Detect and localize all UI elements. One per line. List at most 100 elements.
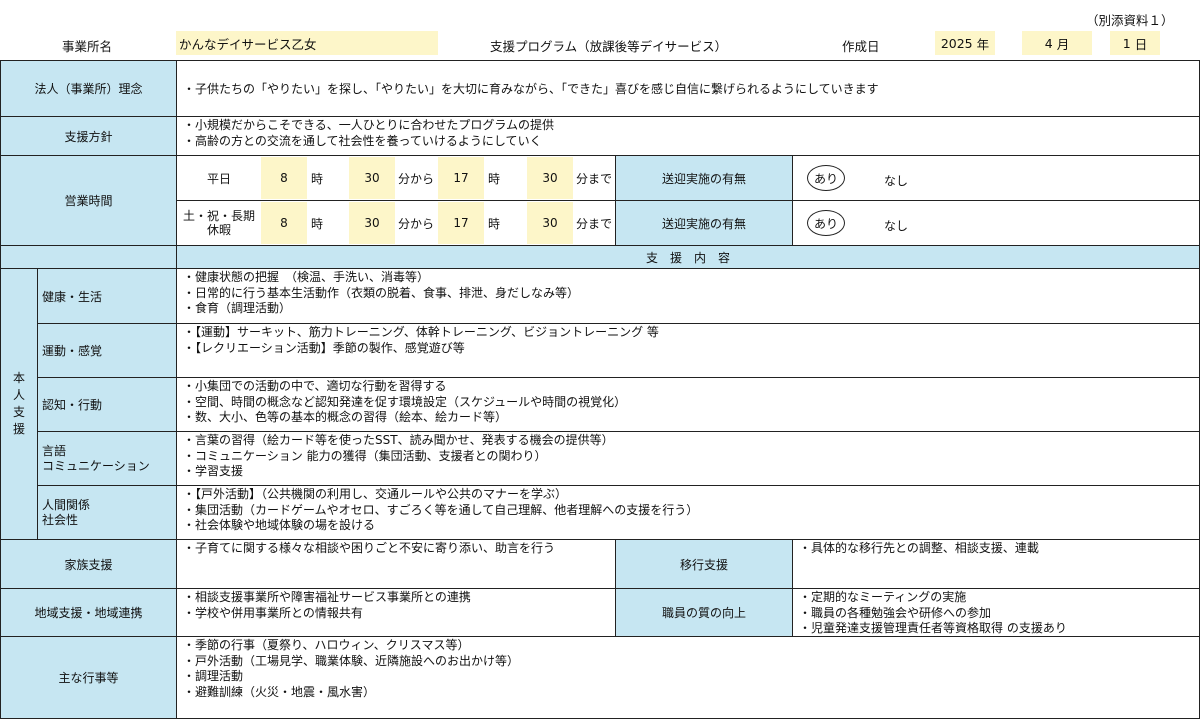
personal-support-char: 本 [12, 371, 25, 385]
category-label-text: 人間関係 社会性 [42, 497, 91, 527]
category-content-motor: ・【運動】サーキット、筋力トレーニング、体幹トレーニング、ビジョントレーニング … [176, 323, 1200, 378]
day-unit: 日 [1134, 36, 1148, 52]
transport-yes-text: あり [813, 171, 838, 186]
family-support-label-text: 家族支援 [64, 557, 113, 572]
content-line: ・数、大小、色等の基本的概念の習得（絵本、絵カード等） [183, 410, 508, 424]
month-field[interactable]: 4 月 [1022, 31, 1092, 55]
content-line: ・小集団での活動の中で、適切な行動を習得する [183, 379, 447, 393]
category-label-text: 運動・感覚 [42, 344, 103, 358]
transition-support-label-text: 移行支援 [679, 557, 728, 572]
content-line: ・学校や併用事業所との情報共有 [183, 605, 363, 620]
policy-line: ・小規模だからこそできる、一人ひとりに合わせたプログラムの提供 [183, 118, 555, 132]
category-label-language: 言語 コミュニケーション [37, 431, 177, 486]
content-line: ・【レクリエーション活動】季節の製作、感覚遊び等 [183, 340, 465, 355]
transport-options [792, 155, 1200, 201]
events-content: ・季節の行事（夏祭り、ハロウィン、クリスマス等） ・戸外活動（工場見学、職業体験… [176, 636, 1200, 719]
category-label-cognition: 認知・行動 [37, 377, 177, 432]
category-label-health: 健康・生活 [37, 268, 177, 324]
year-field[interactable]: 2025 年 [935, 31, 995, 55]
category-content-cognition: ・小集団での活動の中で、適切な行動を習得する ・空間、時間の概念など認知発達を促… [176, 377, 1200, 432]
content-line: ・日常的に行う基本生活動作（衣類の脱着、食事、排泄、身だしなみ等） [183, 285, 580, 300]
day-value: 1 [1122, 35, 1131, 51]
personal-support-char: 人 [12, 388, 25, 402]
community-support-label-text: 地域支援・地域連携 [34, 606, 143, 620]
philosophy-label-text: 法人（事業所）理念 [34, 82, 143, 96]
content-line: ・具体的な移行先との調整、相談支援、連載 [799, 541, 1039, 555]
support-contents-header: 支 援 内 容 [176, 245, 1200, 269]
content-line: ・学習支援 [183, 464, 244, 478]
category-label-text: 言語 コミュニケーション [42, 443, 150, 473]
content-line: ・食育（調理活動） [183, 301, 292, 315]
start-minute-field[interactable]: 30 [349, 157, 395, 199]
end-minute-field[interactable]: 30 [527, 202, 573, 244]
hours-label: 営業時間 [0, 155, 177, 246]
transport-label: 送迎実施の有無 [615, 200, 793, 246]
transition-support-label: 移行支援 [615, 539, 793, 589]
end-minute-field[interactable]: 30 [527, 157, 573, 199]
philosophy-text: ・子供たちの「やりたい」を探し、「やりたい」を大切に育みながら、「できた」喜びを… [183, 82, 879, 96]
created-label: 作成日 [842, 39, 880, 54]
transport-no-option[interactable]: なし [884, 172, 908, 189]
personal-support-char: 援 [12, 422, 25, 436]
transport-yes-option[interactable]: あり [807, 210, 845, 236]
transport-yes-option[interactable]: あり [807, 165, 845, 191]
personal-support-char: 支 [12, 405, 25, 419]
support-contents-header-text: 支 援 内 容 [645, 250, 730, 265]
category-label-text: 認知・行動 [42, 398, 103, 412]
category-label-motor: 運動・感覚 [37, 323, 177, 378]
transport-label-text: 送迎実施の有無 [661, 216, 746, 231]
from-unit: 分から [397, 171, 434, 186]
transition-support-content: ・具体的な移行先との調整、相談支援、連載 [792, 539, 1200, 589]
family-support-content: ・子育てに関する様々な相談や困りごと不安に寄り添い、助言を行う [176, 539, 616, 589]
office-name-field[interactable]: かんなデイサービス乙女 [176, 31, 438, 55]
hour-unit: 時 [487, 171, 500, 186]
content-line: ・季節の行事（夏祭り、ハロウィン、クリスマス等） [183, 638, 470, 652]
category-content-language: ・言葉の習得（絵カード等を使ったSST、読み聞かせ、発表する機会の提供等） ・コ… [176, 431, 1200, 486]
hour-unit: 時 [487, 216, 500, 231]
content-line: ・定期的なミーティングの実施 [799, 590, 967, 604]
family-support-label: 家族支援 [0, 539, 177, 589]
end-hour-field[interactable]: 17 [438, 202, 484, 244]
appendix-label: （別添資料１） [1086, 13, 1174, 28]
start-hour-field[interactable]: 8 [261, 202, 307, 244]
year-value: 2025 [940, 35, 973, 51]
hour-unit: 時 [310, 216, 323, 231]
category-label-social: 人間関係 社会性 [37, 485, 177, 540]
content-line: ・言葉の習得（絵カード等を使ったSST、読み聞かせ、発表する機会の提供等） [183, 433, 614, 447]
day-field[interactable]: 1 日 [1110, 31, 1160, 55]
content-line: ・空間、時間の概念など認知発達を促す環境設定（スケジュールや時間の視覚化） [183, 394, 627, 409]
day-type-label: 土・祝・長期 休暇 [182, 209, 255, 237]
content-line: ・避難訓練（火災・地震・風水害） [183, 684, 376, 699]
staff-quality-content: ・定期的なミーティングの実施 ・職員の各種勉強会や研修への参加 ・児童発達支援管… [792, 588, 1200, 637]
content-line: ・集団活動（カードゲームやオセロ、すごろく等を通して自己理解、他者理解への支援を… [183, 502, 699, 517]
category-label-text: 健康・生活 [42, 289, 103, 304]
transport-no-option[interactable]: なし [884, 217, 908, 234]
until-unit: 分まで [575, 216, 612, 231]
policy-label: 支援方針 [0, 116, 177, 156]
staff-quality-label: 職員の質の向上 [615, 588, 793, 637]
end-hour-field[interactable]: 17 [438, 157, 484, 199]
from-unit: 分から [397, 216, 434, 231]
content-line: ・健康状態の把握 （検温、手洗い、消毒等） [183, 270, 430, 284]
month-unit: 月 [1056, 36, 1070, 52]
content-line: ・戸外活動（工場見学、職業体験、近隣施設へのお出かけ等） [183, 653, 520, 668]
philosophy-content: ・子供たちの「やりたい」を探し、「やりたい」を大切に育みながら、「できた」喜びを… [176, 60, 1200, 117]
policy-line: ・高齢の方との交流を通して社会性を養っていけるようにしていく [183, 133, 542, 148]
transport-yes-text: あり [813, 216, 838, 231]
community-support-label: 地域支援・地域連携 [0, 588, 177, 637]
month-value: 4 [1044, 35, 1053, 51]
content-line: ・相談支援事業所や障害福祉サービス事業所との連携 [183, 590, 471, 604]
staff-quality-label-text: 職員の質の向上 [661, 606, 746, 620]
year-unit: 年 [976, 36, 990, 52]
policy-label-text: 支援方針 [64, 129, 113, 144]
category-content-health: ・健康状態の把握 （検温、手洗い、消毒等） ・日常的に行う基本生活動作（衣類の脱… [176, 268, 1200, 324]
hour-unit: 時 [310, 171, 323, 186]
office-name: かんなデイサービス乙女 [179, 36, 317, 52]
start-minute-field[interactable]: 30 [349, 202, 395, 244]
content-line: ・子育てに関する様々な相談や困りごと不安に寄り添い、助言を行う [183, 541, 556, 555]
program-title: 支援プログラム（放課後等デイサービス） [490, 39, 728, 54]
content-line: ・調理活動 [183, 669, 244, 683]
transport-options [792, 200, 1200, 246]
start-hour-field[interactable]: 8 [261, 157, 307, 199]
support-header-spacer [0, 245, 177, 269]
